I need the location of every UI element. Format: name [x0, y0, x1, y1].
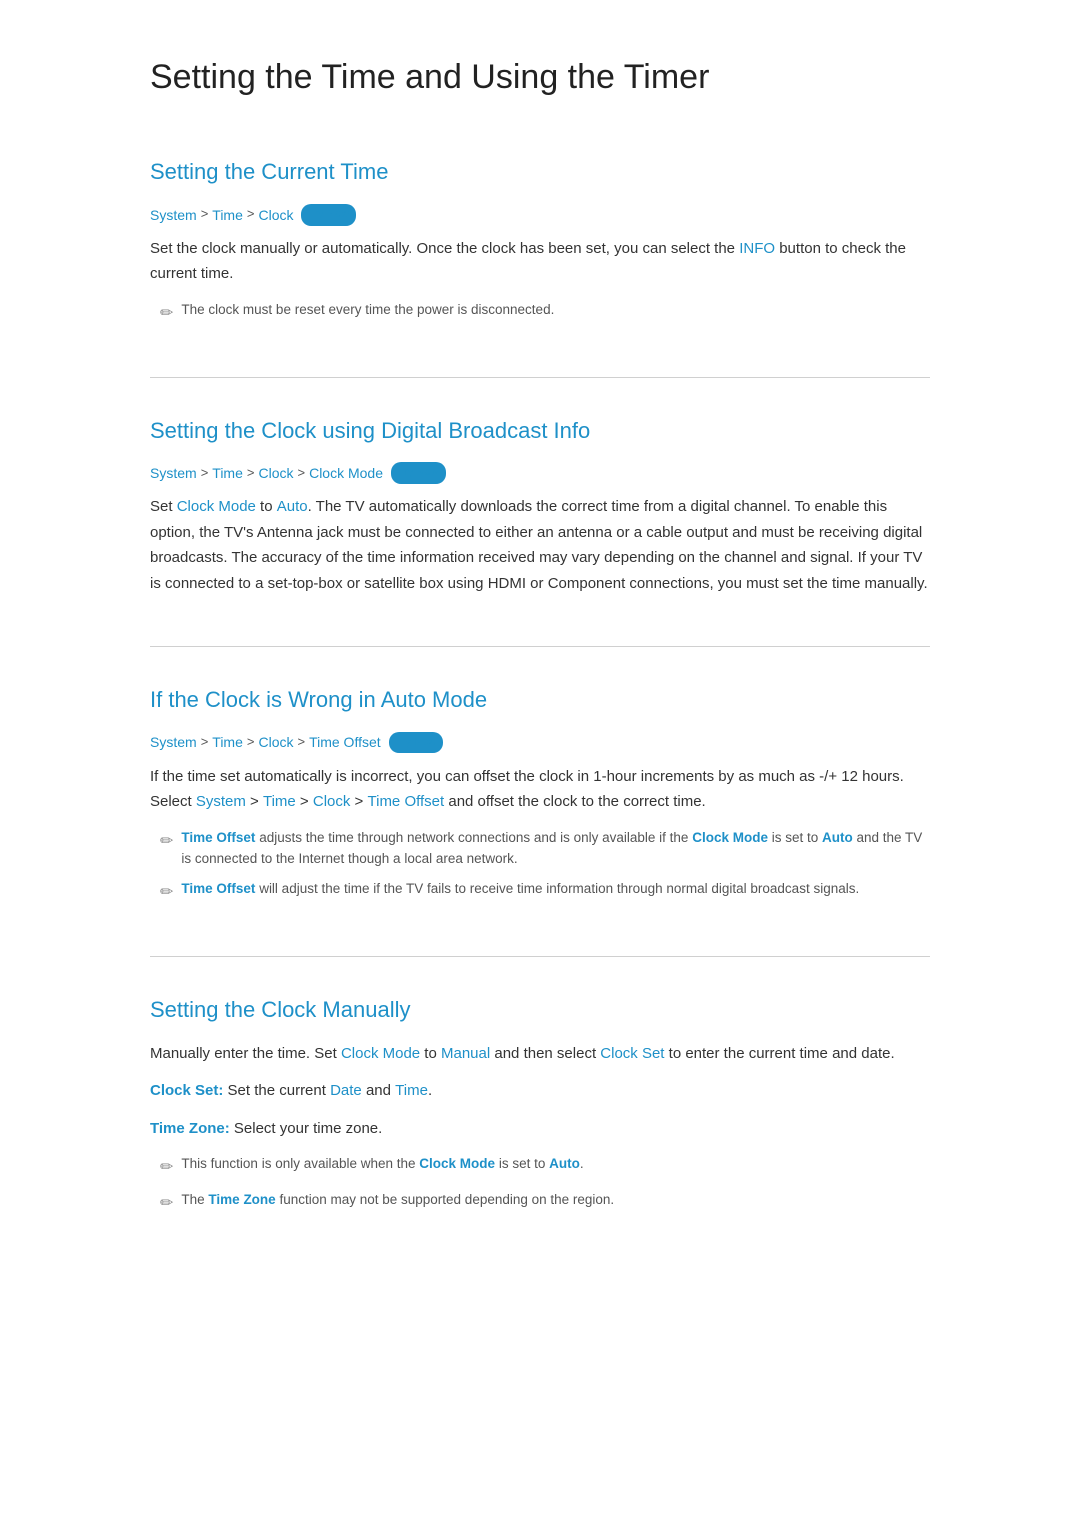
body-text-digital-broadcast: Set Clock Mode to Auto. The TV automatic…: [150, 494, 930, 596]
breadcrumb-current-time: System > Time > Clock Try Now: [150, 204, 930, 226]
highlight-info: INFO: [739, 240, 775, 257]
divider-1: [150, 377, 930, 378]
section-clock-manually: Setting the Clock Manually Manually ente…: [150, 992, 930, 1217]
highlight-time-offset-note2: Time Offset: [181, 881, 255, 896]
breadcrumb-clock-mode[interactable]: Clock Mode: [309, 462, 383, 484]
divider-3: [150, 956, 930, 957]
breadcrumb-time-2[interactable]: Time: [212, 462, 243, 484]
note-text-5: The Time Zone function may not be suppor…: [181, 1189, 614, 1211]
breadcrumb-time[interactable]: Time: [212, 204, 243, 226]
body-text-clock-manually: Manually enter the time. Set Clock Mode …: [150, 1041, 930, 1067]
separator-3: >: [201, 463, 209, 484]
breadcrumb-clock-wrong: System > Time > Clock > Time Offset Try …: [150, 731, 930, 753]
term-label-clock-set: Clock Set:: [150, 1082, 223, 1099]
highlight-date: Date: [330, 1082, 362, 1099]
breadcrumb-digital-broadcast: System > Time > Clock > Clock Mode Try N…: [150, 462, 930, 484]
highlight-auto-note1: Auto: [822, 830, 853, 845]
highlight-time-offset-inline: Time Offset: [368, 793, 445, 810]
term-time-zone: Time Zone: Select your time zone.: [150, 1116, 930, 1142]
section-setting-current-time: Setting the Current Time System > Time >…: [150, 154, 930, 326]
separator-7: >: [247, 732, 255, 753]
note-text-1: The clock must be reset every time the p…: [181, 299, 554, 321]
section-title-current-time: Setting the Current Time: [150, 154, 930, 189]
section-title-digital-broadcast: Setting the Clock using Digital Broadcas…: [150, 413, 930, 448]
note-item-2: ✏ Time Offset adjusts the time through n…: [160, 827, 930, 870]
try-now-badge-3[interactable]: Try Now: [389, 732, 444, 754]
breadcrumb-system[interactable]: System: [150, 204, 197, 226]
highlight-time-inline: Time: [263, 793, 296, 810]
highlight-clock-mode-1: Clock Mode: [177, 498, 256, 515]
body-text-current-time: Set the clock manually or automatically.…: [150, 236, 930, 287]
separator-8: >: [297, 732, 305, 753]
separator-5: >: [297, 463, 305, 484]
separator-2: >: [247, 204, 255, 225]
breadcrumb-time-3[interactable]: Time: [212, 731, 243, 753]
try-now-badge-1[interactable]: Try Now: [301, 204, 356, 226]
highlight-auto-1: Auto: [277, 498, 308, 515]
highlight-clock-mode-note1: Clock Mode: [692, 830, 768, 845]
breadcrumb-clock-3[interactable]: Clock: [258, 731, 293, 753]
breadcrumb-system-2[interactable]: System: [150, 462, 197, 484]
separator-4: >: [247, 463, 255, 484]
term-clock-set: Clock Set: Set the current Date and Time…: [150, 1078, 930, 1104]
page-container: Setting the Time and Using the Timer Set…: [90, 0, 990, 1346]
separator-1: >: [201, 204, 209, 225]
breadcrumb-clock-2[interactable]: Clock: [258, 462, 293, 484]
highlight-clock-inline: Clock: [313, 793, 351, 810]
body-text-clock-wrong: If the time set automatically is incorre…: [150, 764, 930, 815]
section-title-clock-manually: Setting the Clock Manually: [150, 992, 930, 1027]
pencil-icon-5: ✏: [160, 1191, 173, 1217]
note-item-3: ✏ Time Offset will adjust the time if th…: [160, 878, 930, 906]
separator-6: >: [201, 732, 209, 753]
highlight-system-inline: System: [196, 793, 246, 810]
highlight-auto-2: Auto: [549, 1156, 580, 1171]
highlight-clock-mode-3: Clock Mode: [419, 1156, 495, 1171]
highlight-clock-mode-2: Clock Mode: [341, 1045, 420, 1062]
highlight-time-offset-note1: Time Offset: [181, 830, 255, 845]
try-now-badge-2[interactable]: Try Now: [391, 462, 446, 484]
note-text-4: This function is only available when the…: [181, 1153, 583, 1175]
section-title-clock-wrong: If the Clock is Wrong in Auto Mode: [150, 682, 930, 717]
note-text-2: Time Offset adjusts the time through net…: [181, 827, 930, 870]
breadcrumb-system-3[interactable]: System: [150, 731, 197, 753]
divider-2: [150, 646, 930, 647]
pencil-icon-3: ✏: [160, 880, 173, 906]
pencil-icon-4: ✏: [160, 1155, 173, 1181]
main-title: Setting the Time and Using the Timer: [150, 50, 930, 114]
note-item-5: ✏ The Time Zone function may not be supp…: [160, 1189, 930, 1217]
note-item-1: ✏ The clock must be reset every time the…: [160, 299, 930, 327]
term-label-time-zone: Time Zone:: [150, 1120, 230, 1137]
section-digital-broadcast: Setting the Clock using Digital Broadcas…: [150, 413, 930, 597]
pencil-icon-1: ✏: [160, 301, 173, 327]
breadcrumb-time-offset[interactable]: Time Offset: [309, 731, 381, 753]
highlight-manual: Manual: [441, 1045, 490, 1062]
highlight-time-zone-note: Time Zone: [208, 1192, 275, 1207]
highlight-clock-set: Clock Set: [600, 1045, 664, 1062]
section-clock-wrong: If the Clock is Wrong in Auto Mode Syste…: [150, 682, 930, 905]
pencil-icon-2: ✏: [160, 829, 173, 855]
breadcrumb-clock[interactable]: Clock: [258, 204, 293, 226]
highlight-time-term: Time: [395, 1082, 428, 1099]
note-item-4: ✏ This function is only available when t…: [160, 1153, 930, 1181]
note-text-3: Time Offset will adjust the time if the …: [181, 878, 859, 900]
